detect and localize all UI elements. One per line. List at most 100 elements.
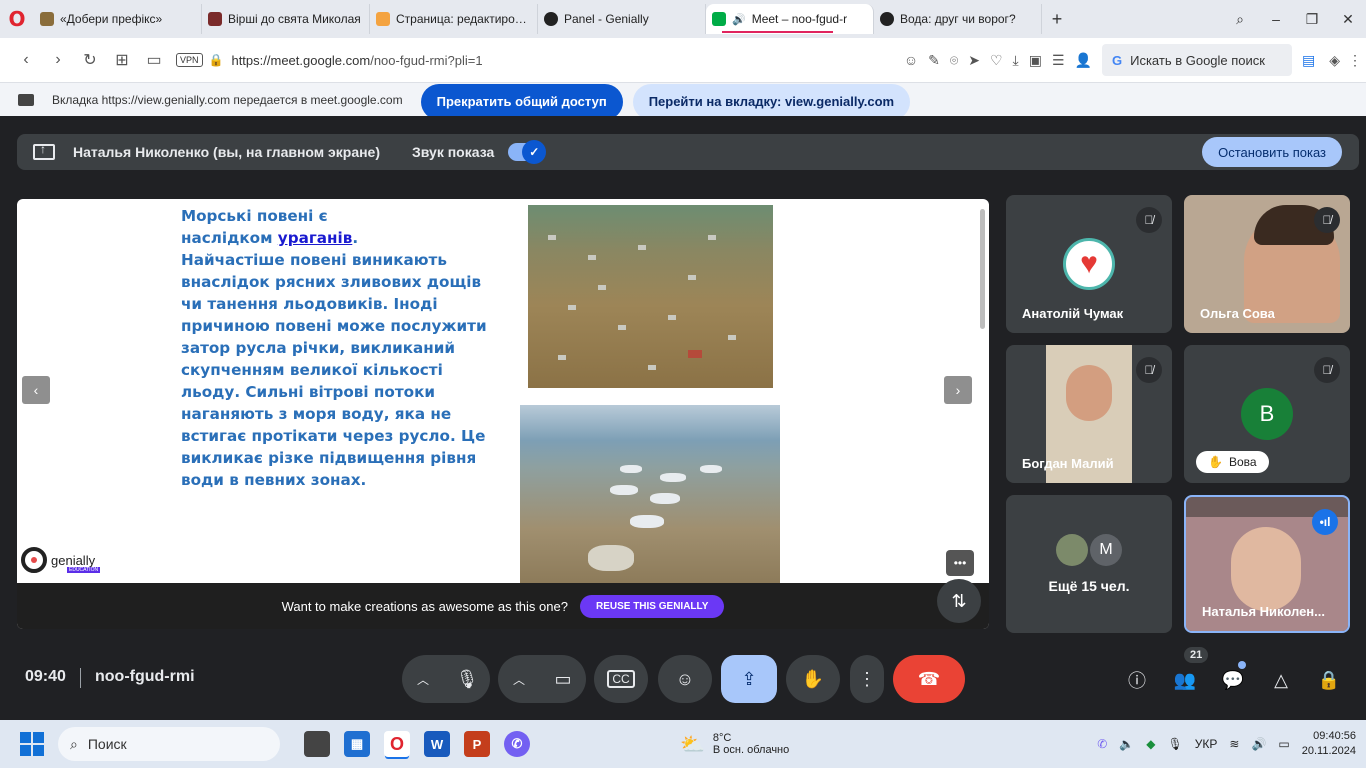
opera-logo[interactable]: O	[0, 0, 34, 38]
tab-favicon-icon	[544, 12, 558, 26]
powerpoint-icon[interactable]: P	[464, 731, 490, 757]
stop-sharing-button[interactable]: Прекратить общий доступ	[420, 83, 623, 120]
search-tabs-icon[interactable]: ⌕	[1222, 11, 1258, 28]
tab-genially-view[interactable]: Вода: друг чи ворог?	[874, 4, 1042, 34]
vpn-badge[interactable]: VPN	[176, 53, 203, 67]
send-icon[interactable]: ➤	[968, 52, 980, 69]
download-icon[interactable]: ⤓	[1013, 52, 1019, 69]
meeting-code: noo-fgud-rmi	[95, 668, 195, 685]
slide-scrollbar[interactable]	[980, 209, 985, 329]
meet-window: Наталья Николенко (вы, на главном экране…	[0, 116, 1366, 720]
call-end-icon: ☎	[917, 668, 941, 689]
record-icon[interactable]: ▣	[1029, 52, 1042, 69]
volume-tray-icon[interactable]: 🔈	[1119, 737, 1134, 751]
tabs-grid-icon[interactable]: ⊞	[106, 50, 138, 70]
speaker-icon[interactable]: 🔊	[1251, 737, 1266, 751]
tab-dobery-prefiks[interactable]: «Добери префікс»	[34, 4, 202, 34]
mic-button[interactable]: 🎙	[444, 655, 490, 703]
genially-logo: genially EDUCATION	[21, 547, 101, 573]
weather-widget[interactable]: ⛅ 8°C В осн. облачно	[680, 732, 789, 757]
leave-call-button[interactable]: ☎	[893, 655, 965, 703]
reactions-button[interactable]: ☺	[658, 655, 712, 703]
participant-tile[interactable]: ♥ 🎙̸ Анатолій Чумак	[1006, 195, 1172, 333]
more-participants-tile[interactable]: M Ещё 15 чел.	[1006, 495, 1172, 633]
google-search-box[interactable]: G Искать в Google поиск	[1101, 44, 1292, 76]
minimize-button[interactable]: –	[1258, 11, 1294, 28]
tab-genially-panel[interactable]: Panel - Genially	[538, 4, 706, 34]
slide-options-button[interactable]: •••	[946, 550, 974, 576]
emoji-icon[interactable]: ☺	[904, 52, 918, 68]
tab-blogger-edit[interactable]: Страница: редактирован	[370, 4, 538, 34]
start-button[interactable]	[20, 732, 44, 756]
tab-favicon-icon	[376, 12, 390, 26]
flooded-town-photo	[528, 205, 773, 388]
participant-tile[interactable]: B 🎙̸ ✋ Вова	[1184, 345, 1350, 483]
reuse-text: Want to make creations as awesome as thi…	[281, 598, 568, 614]
clock[interactable]: 09:40:56 20.11.2024	[1302, 729, 1356, 759]
battery-icon[interactable]: ▭	[1278, 737, 1289, 751]
tab-meet[interactable]: 🔊 Meet – noo-fgud-r	[706, 4, 874, 34]
more-options-button[interactable]: ⋮	[850, 655, 884, 703]
hurricanes-link[interactable]: ураганів	[278, 229, 353, 247]
slide-next-button[interactable]: ›	[944, 376, 972, 404]
stop-presenting-button[interactable]: Остановить показ	[1202, 137, 1342, 167]
participant-name-pill: ✋ Вова	[1196, 451, 1269, 473]
reuse-genially-button[interactable]: REUSE THIS GENIALLY	[579, 594, 725, 618]
activities-button[interactable]: △	[1266, 666, 1296, 694]
taskbar-search[interactable]: ⌕ Поиск	[58, 727, 280, 761]
tab-virshi[interactable]: Вірші до свята Миколая	[202, 4, 370, 34]
camera-options-button[interactable]: ︿	[498, 655, 540, 703]
url-field[interactable]: https://meet.google.com/noo-fgud-rmi?pli…	[231, 53, 482, 68]
slide-prev-button[interactable]: ‹	[22, 376, 50, 404]
chat-button[interactable]: 💬	[1218, 666, 1248, 694]
forward-button[interactable]: ›	[42, 51, 74, 69]
meeting-info-button[interactable]: ⓘ	[1122, 666, 1152, 694]
cube-icon[interactable]: ◈	[1329, 52, 1340, 69]
self-tile[interactable]: •ıl Наталья Николен...	[1184, 495, 1350, 633]
new-tab-button[interactable]: +	[1042, 9, 1072, 30]
restore-button[interactable]: ❐	[1294, 11, 1330, 28]
close-window-button[interactable]: ✕	[1330, 11, 1366, 28]
captions-button[interactable]: CC	[594, 655, 648, 703]
mic-options-button[interactable]: ︿	[402, 655, 444, 703]
present-button[interactable]: ⇪	[721, 655, 777, 703]
swap-layout-button[interactable]: ⇅	[937, 579, 981, 623]
security-tray-icon[interactable]: ◆	[1146, 737, 1155, 751]
wifi-icon[interactable]: ≋	[1229, 737, 1239, 751]
sound-toggle[interactable]: ✓	[508, 140, 547, 164]
participant-tile[interactable]: 🎙̸ Ольга Сова	[1184, 195, 1350, 333]
present-screen-icon	[33, 142, 55, 160]
mic-tray-icon[interactable]: 🎙	[1168, 737, 1183, 751]
reuse-bar: Want to make creations as awesome as thi…	[17, 583, 989, 629]
menu-icon[interactable]: ☰	[1052, 52, 1065, 69]
host-controls-button[interactable]: 🔒	[1314, 666, 1344, 694]
lock-icon[interactable]: 🔒	[209, 53, 224, 67]
weather-text: В осн. облачно	[712, 744, 790, 756]
profile-icon[interactable]: 👤	[1075, 52, 1092, 69]
participants-count-badge: 21	[1184, 647, 1209, 663]
viber-icon[interactable]: ✆	[504, 731, 530, 757]
more-vert-icon[interactable]: ⋮	[1348, 52, 1362, 69]
language-indicator[interactable]: УКР	[1195, 737, 1218, 751]
raise-hand-button[interactable]: ✋	[786, 655, 840, 703]
task-view-icon[interactable]	[304, 731, 330, 757]
address-bar-actions: ☺ ✎ ⌾ ➤ ♡ ⤓ ▣ ☰ 👤	[904, 52, 1092, 69]
tab-title: Вірші до свята Миколая	[228, 12, 361, 26]
participant-tile[interactable]: 🎙̸ Богдан Малий	[1006, 345, 1172, 483]
opera-taskbar-icon[interactable]: O	[384, 731, 410, 757]
store-icon[interactable]: ▦	[344, 731, 370, 757]
participant-name: Ольга Сова	[1200, 306, 1275, 321]
go-to-tab-button[interactable]: Перейти на вкладку: view.genially.com	[632, 83, 911, 120]
back-button[interactable]: ‹	[10, 51, 42, 69]
people-button[interactable]: 👥	[1170, 666, 1200, 694]
snapshot-icon[interactable]: ⌾	[950, 52, 958, 69]
heart-icon[interactable]: ♡	[990, 52, 1003, 69]
sidebar-icon[interactable]: ▤	[1302, 52, 1315, 69]
reload-button[interactable]: ↻	[74, 50, 106, 70]
viber-tray-icon[interactable]: ✆	[1097, 737, 1107, 751]
camera-icon[interactable]: ▭	[138, 50, 170, 70]
edit-icon[interactable]: ✎	[928, 52, 940, 69]
camera-button[interactable]: ▭	[540, 655, 586, 703]
word-icon[interactable]: W	[424, 731, 450, 757]
participant-name: Богдан Малий	[1022, 456, 1114, 471]
